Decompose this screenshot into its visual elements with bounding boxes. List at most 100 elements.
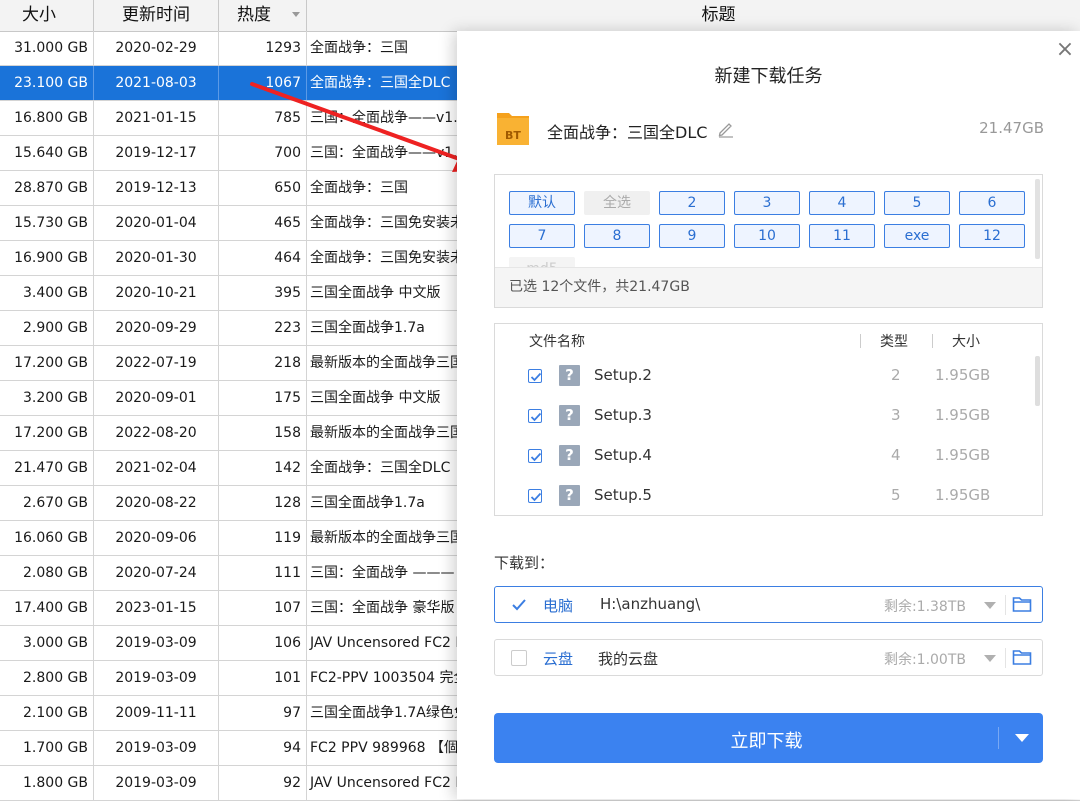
divider xyxy=(1005,595,1006,615)
folder-icon[interactable] xyxy=(1012,595,1032,613)
file-list-header-name[interactable]: 文件名称 xyxy=(529,331,585,351)
cell-heat: 158 xyxy=(219,416,307,450)
file-checkbox[interactable] xyxy=(528,369,542,383)
file-row[interactable]: ? Setup.3 3 1.95GB xyxy=(495,396,1025,436)
cell-date: 2019-12-13 xyxy=(94,171,219,205)
file-filter-button[interactable]: 9 xyxy=(659,224,725,248)
file-filter-button[interactable]: 8 xyxy=(584,224,650,248)
file-filter-button[interactable]: 6 xyxy=(959,191,1025,215)
file-list-scrollbar[interactable] xyxy=(1035,356,1040,406)
location-name: 云盘 xyxy=(543,650,574,668)
location-checkbox[interactable] xyxy=(511,597,527,613)
cell-size: 16.060 GB xyxy=(0,521,94,555)
cell-heat: 97 xyxy=(219,696,307,730)
divider xyxy=(1005,648,1006,668)
chevron-down-icon[interactable] xyxy=(1015,734,1029,742)
location-computer[interactable]: 电脑 H:\anzhuang\ 剩余:1.38TB xyxy=(494,586,1043,623)
divider xyxy=(998,727,999,749)
location-path[interactable]: 我的云盘 xyxy=(598,648,658,669)
file-filter-button[interactable]: 12 xyxy=(959,224,1025,248)
cell-size: 1.800 GB xyxy=(0,766,94,800)
file-checkbox[interactable] xyxy=(528,489,542,503)
file-checkbox[interactable] xyxy=(528,409,542,423)
cell-heat: 106 xyxy=(219,626,307,660)
file-filter-button[interactable]: exe xyxy=(884,224,950,248)
cell-date: 2020-09-01 xyxy=(94,381,219,415)
column-header-title[interactable]: 标题 xyxy=(307,0,1080,31)
file-filter-button[interactable]: 5 xyxy=(884,191,950,215)
column-divider xyxy=(932,334,933,348)
dialog-title: 新建下载任务 xyxy=(714,66,823,87)
cell-date: 2020-09-29 xyxy=(94,311,219,345)
file-filter-button[interactable]: 7 xyxy=(509,224,575,248)
cell-date: 2020-07-24 xyxy=(94,556,219,590)
cell-size: 2.800 GB xyxy=(0,661,94,695)
cell-size: 31.000 GB xyxy=(0,31,94,65)
chevron-down-icon[interactable] xyxy=(984,655,996,662)
selection-summary: 已选 12个文件，共21.47GB xyxy=(495,267,1042,307)
edit-icon[interactable] xyxy=(717,120,735,138)
cell-size: 28.870 GB xyxy=(0,171,94,205)
cell-date: 2019-03-09 xyxy=(94,766,219,800)
file-filter-button[interactable]: 4 xyxy=(809,191,875,215)
file-row[interactable]: ? Setup.2 2 1.95GB xyxy=(495,356,1025,396)
cell-date: 2019-03-09 xyxy=(94,626,219,660)
file-filter-button[interactable]: 11 xyxy=(809,224,875,248)
cell-size: 21.470 GB xyxy=(0,451,94,485)
cell-heat: 92 xyxy=(219,766,307,800)
cell-heat: 785 xyxy=(219,101,307,135)
sort-desc-icon xyxy=(292,12,300,17)
file-filter-button[interactable]: 全选 xyxy=(584,191,650,215)
file-filter-button[interactable]: 10 xyxy=(734,224,800,248)
file-type: 3 xyxy=(891,406,901,424)
cell-date: 2021-01-15 xyxy=(94,101,219,135)
bt-file-icon: BT xyxy=(497,113,529,145)
file-size: 1.95GB xyxy=(935,366,991,384)
column-header-heat[interactable]: 热度 xyxy=(219,0,307,31)
file-type: 5 xyxy=(891,486,901,504)
download-to-label: 下载到： xyxy=(494,554,555,572)
download-now-label: 立即下载 xyxy=(730,731,803,752)
cell-date: 2019-03-09 xyxy=(94,661,219,695)
task-size: 21.47GB xyxy=(979,119,1044,137)
location-path[interactable]: H:\anzhuang\ xyxy=(600,595,700,613)
file-row[interactable]: ? Setup.4 4 1.95GB xyxy=(495,436,1025,476)
file-type: 4 xyxy=(891,446,901,464)
cell-date: 2009-11-11 xyxy=(94,696,219,730)
column-header-size[interactable]: 大小 xyxy=(0,0,94,31)
file-filter-button[interactable]: 2 xyxy=(659,191,725,215)
cell-size: 3.400 GB xyxy=(0,276,94,310)
cell-heat: 142 xyxy=(219,451,307,485)
file-filter-buttons: 默认全选234567891011exe12md5 xyxy=(495,175,1035,280)
cell-size: 1.700 GB xyxy=(0,731,94,765)
unknown-file-icon: ? xyxy=(559,365,580,386)
svg-text:BT: BT xyxy=(505,129,521,142)
location-checkbox[interactable] xyxy=(511,650,527,666)
filter-scrollbar[interactable] xyxy=(1035,179,1040,259)
file-row[interactable]: ? Setup.5 5 1.95GB xyxy=(495,476,1025,515)
cell-size: 2.100 GB xyxy=(0,696,94,730)
chevron-down-icon[interactable] xyxy=(984,602,996,609)
file-name: Setup.5 xyxy=(594,486,652,504)
cell-heat: 128 xyxy=(219,486,307,520)
file-list-header-type[interactable]: 类型 xyxy=(880,331,908,351)
cell-heat: 1067 xyxy=(219,66,307,100)
unknown-file-icon: ? xyxy=(559,405,580,426)
close-icon[interactable]: × xyxy=(1054,39,1076,61)
download-now-button[interactable]: 立即下载 xyxy=(494,713,1043,763)
file-name: Setup.3 xyxy=(594,406,652,424)
column-header-date[interactable]: 更新时间 xyxy=(94,0,219,31)
file-checkbox[interactable] xyxy=(528,449,542,463)
file-list-header-size[interactable]: 大小 xyxy=(952,331,980,351)
file-list: 文件名称 类型 大小 ? Setup.2 2 1.95GB? Setup.3 3 1.95G… xyxy=(494,323,1043,516)
file-filter-button[interactable]: 默认 xyxy=(509,191,575,215)
cell-heat: 175 xyxy=(219,381,307,415)
cell-date: 2022-07-19 xyxy=(94,346,219,380)
folder-icon[interactable] xyxy=(1012,648,1032,666)
location-free-space: 剩余:1.38TB xyxy=(883,599,966,615)
file-size: 1.95GB xyxy=(935,406,991,424)
location-cloud[interactable]: 云盘 我的云盘 剩余:1.00TB xyxy=(494,639,1043,676)
file-filter-button[interactable]: 3 xyxy=(734,191,800,215)
cell-date: 2021-02-04 xyxy=(94,451,219,485)
table-header: 大小 更新时间 热度 标题 xyxy=(0,0,1080,32)
